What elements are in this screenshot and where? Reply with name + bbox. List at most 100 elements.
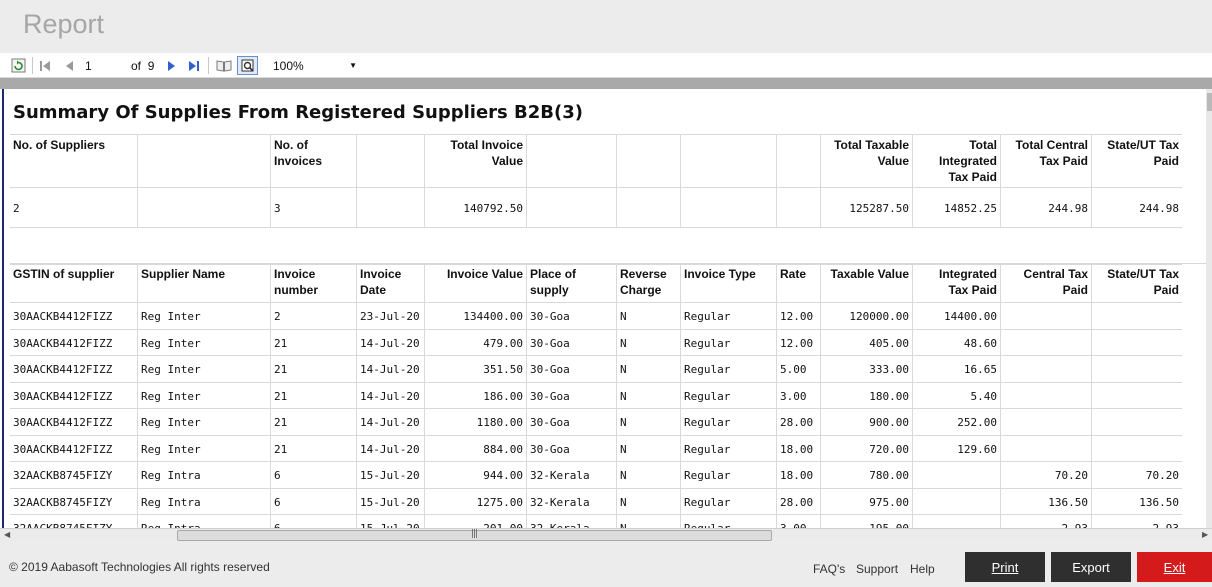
table-cell: Supplier Name	[137, 265, 270, 302]
next-page-icon[interactable]	[164, 57, 180, 74]
table-cell	[526, 135, 616, 187]
table-cell: 6	[270, 515, 356, 528]
print-layout-icon[interactable]	[237, 56, 258, 75]
scroll-left-icon[interactable]: ◀	[4, 530, 10, 539]
table-cell	[356, 188, 424, 227]
title-bar: Report	[0, 0, 1212, 53]
table-cell: GSTIN of supplier	[13, 267, 115, 281]
table-cell: 12.00	[776, 303, 820, 329]
table-cell	[616, 188, 680, 227]
vertical-scrollbar[interactable]	[1206, 89, 1212, 528]
table-cell: 14-Jul-20	[356, 356, 424, 382]
table-cell	[356, 135, 424, 187]
horizontal-scroll-thumb[interactable]: |||	[177, 529, 772, 541]
table-cell	[912, 488, 1000, 514]
support-link[interactable]: Support	[856, 562, 898, 576]
table-cell: 30-Goa	[526, 435, 616, 461]
table-cell: Reg Inter	[137, 303, 270, 329]
table-cell: 30AACKB4412FIZZ	[13, 363, 113, 376]
last-page-icon[interactable]	[186, 57, 202, 74]
table-cell: 129.60	[912, 435, 1000, 461]
table-cell: Reg Intra	[137, 488, 270, 514]
table-cell	[1091, 356, 1182, 382]
exit-button[interactable]: Exit	[1137, 552, 1212, 582]
book-icon[interactable]	[215, 57, 233, 74]
table-cell: 16.65	[912, 356, 1000, 382]
table-cell: Reverse Charge	[616, 265, 680, 302]
table-cell: State/UT Tax Paid	[1091, 265, 1182, 302]
table-cell: Regular	[680, 435, 776, 461]
refresh-icon[interactable]	[10, 57, 27, 74]
table-cell: Regular	[680, 515, 776, 528]
table-cell: 14852.25	[912, 188, 1000, 227]
table-cell: 195.00	[820, 515, 912, 528]
horizontal-scrollbar[interactable]: ◀ ||| ▶	[0, 528, 1212, 542]
table-cell: Integrated Tax Paid	[912, 265, 1000, 302]
table-cell: 136.50	[1000, 488, 1091, 514]
table-cell: 2	[13, 202, 20, 215]
table-cell: 70.20	[1000, 462, 1091, 488]
report-title: Summary Of Supplies From Registered Supp…	[13, 102, 583, 123]
table-cell: 5.00	[776, 356, 820, 382]
table-cell: 12.00	[776, 329, 820, 355]
export-button[interactable]: Export	[1051, 552, 1131, 582]
table-cell: 252.00	[912, 409, 1000, 435]
table-cell: 30-Goa	[526, 356, 616, 382]
table-cell: Regular	[680, 303, 776, 329]
table-cell: 21	[270, 435, 356, 461]
table-cell	[1000, 303, 1091, 329]
table-cell: Reg Inter	[137, 435, 270, 461]
table-cell: Regular	[680, 462, 776, 488]
table-cell: 15-Jul-20	[356, 515, 424, 528]
page-count-label: of 9	[131, 57, 161, 74]
table-cell: Reg Inter	[137, 356, 270, 382]
table-cell	[1091, 382, 1182, 408]
current-page-input[interactable]: 1	[85, 57, 125, 74]
table-cell	[1091, 303, 1182, 329]
table-cell: 14-Jul-20	[356, 382, 424, 408]
table-cell: Taxable Value	[820, 265, 912, 302]
table-cell: State/UT Tax Paid	[1091, 135, 1182, 187]
table-cell: 32AACKB8745FIZY	[13, 495, 113, 509]
table-cell: 28.00	[776, 409, 820, 435]
table-cell: 3.00	[776, 515, 820, 528]
table-cell: 3.00	[776, 382, 820, 408]
table-cell	[680, 135, 776, 187]
table-cell: 21	[270, 409, 356, 435]
scroll-right-icon[interactable]: ▶	[1202, 530, 1208, 539]
table-cell	[1000, 435, 1091, 461]
table-cell: Regular	[680, 329, 776, 355]
table-cell: 6	[270, 462, 356, 488]
table-cell: No. of Invoices	[270, 135, 356, 187]
help-link[interactable]: Help	[910, 562, 935, 576]
table-cell: 479.00	[424, 329, 526, 355]
table-cell	[1000, 382, 1091, 408]
table-cell: Reg Intra	[137, 462, 270, 488]
print-button[interactable]: Print	[965, 552, 1045, 582]
zoom-select[interactable]: 100% ▼	[273, 57, 357, 74]
table-row: 30AACKB4412FIZZ Reg Inter 2 23-Jul-20 134400…	[10, 303, 1182, 330]
table-cell: 30AACKB4412FIZZ	[13, 310, 113, 323]
faq-link[interactable]: FAQ's	[813, 562, 845, 576]
detail-table: GSTIN of supplier Supplier Name Invoice nu…	[10, 264, 1182, 528]
table-cell: 6	[270, 488, 356, 514]
table-cell	[1091, 435, 1182, 461]
table-cell: 140792.50	[424, 188, 526, 227]
table-cell: 30AACKB4412FIZZ	[13, 389, 113, 403]
previous-page-icon[interactable]	[61, 57, 77, 74]
table-cell: 5.40	[912, 382, 1000, 408]
table-cell: 780.00	[820, 462, 912, 488]
table-cell: N	[616, 515, 680, 528]
table-cell: Place of supply	[526, 265, 616, 302]
table-cell	[1091, 409, 1182, 435]
vertical-scroll-thumb[interactable]	[1207, 93, 1212, 111]
table-cell: Reg Inter	[137, 382, 270, 408]
summary-table: No. of Suppliers No. of Invoices Total Inv…	[10, 134, 1182, 228]
table-cell	[137, 135, 270, 187]
table-cell: 18.00	[776, 435, 820, 461]
first-page-icon[interactable]	[37, 57, 53, 74]
table-cell	[1091, 329, 1182, 355]
report-viewer: Summary Of Supplies From Registered Supp…	[0, 78, 1212, 528]
table-cell: Invoice number	[270, 265, 356, 302]
table-cell: 21	[270, 356, 356, 382]
